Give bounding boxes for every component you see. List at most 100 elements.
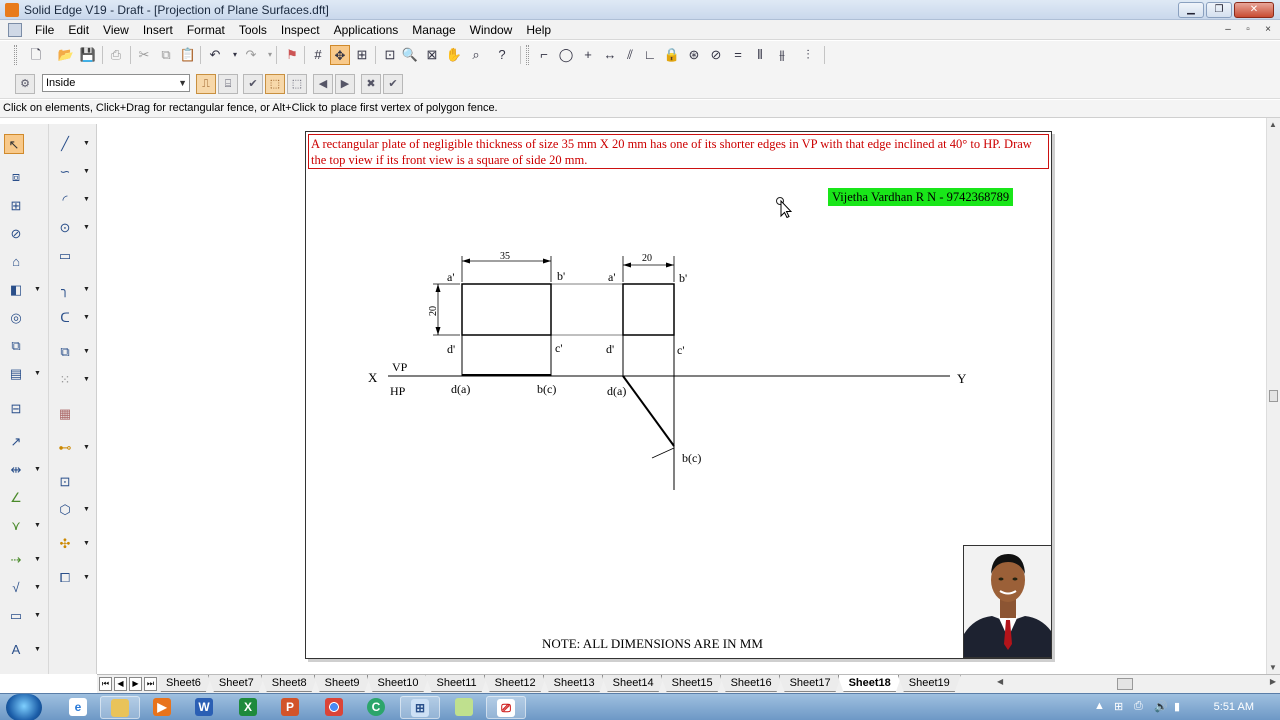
mirror-tool-icon[interactable]: ✣ xyxy=(55,534,75,554)
pdf-reader-icon[interactable]: ⎚ xyxy=(486,696,526,719)
balloon-icon[interactable]: ⊟ xyxy=(6,399,26,419)
tab-sheet17[interactable]: Sheet17 xyxy=(779,675,842,692)
show-hidden-icons-icon[interactable]: ▲ xyxy=(1094,700,1105,712)
previous-icon[interactable]: ◀ xyxy=(313,74,333,94)
tab-sheet9[interactable]: Sheet9 xyxy=(314,675,371,692)
whats-this-icon[interactable]: ? xyxy=(492,45,512,65)
detail-view-icon[interactable]: ⌂ xyxy=(6,252,26,272)
broken-view-icon[interactable]: ⧉ xyxy=(6,336,26,356)
menu-manage[interactable]: Manage xyxy=(405,23,462,37)
frame-dropdown-icon[interactable]: ▼ xyxy=(34,606,42,626)
feature-control-frame-icon[interactable]: ▭ xyxy=(6,606,26,626)
powerpoint-icon[interactable]: P xyxy=(270,696,310,719)
start-button[interactable] xyxy=(6,694,42,720)
surface-texture-dropdown-icon[interactable]: ▼ xyxy=(34,578,42,598)
author-label[interactable]: Vijetha Vardhan R N - 9742368789 xyxy=(828,188,1014,206)
open-file-icon[interactable]: 📂 xyxy=(56,45,76,65)
tab-sheet15[interactable]: Sheet15 xyxy=(661,675,724,692)
document-minimize-button[interactable]: – xyxy=(1220,23,1236,37)
media-player-icon[interactable]: ▶ xyxy=(142,696,182,719)
last-sheet-icon[interactable]: ⏭ xyxy=(144,677,157,691)
principal-view-dropdown-icon[interactable]: ▼ xyxy=(34,280,42,300)
file-explorer-icon[interactable] xyxy=(100,696,140,719)
tab-sheet12[interactable]: Sheet12 xyxy=(484,675,547,692)
tab-sheet19[interactable]: Sheet19 xyxy=(898,675,961,692)
auxiliary-view-icon[interactable]: ◎ xyxy=(6,308,26,328)
fence-overlap-icon[interactable]: ⬚ xyxy=(287,74,307,94)
symmetric-icon[interactable]: ⫴ xyxy=(750,45,770,65)
select-options-icon[interactable]: ⚙ xyxy=(15,74,35,94)
perpendicular-icon[interactable]: ⌐ xyxy=(534,45,554,65)
save-icon[interactable]: 💾 xyxy=(78,45,98,65)
next-sheet-icon[interactable]: ▶ xyxy=(129,677,142,691)
angle-between-icon[interactable]: ∠ xyxy=(6,488,26,508)
clock[interactable]: 5:51 AM xyxy=(1214,701,1254,713)
angle-relation-icon[interactable]: ∟ xyxy=(640,45,660,65)
copy-icon[interactable]: ⧉ xyxy=(156,45,176,65)
lock-icon[interactable]: 🔒 xyxy=(662,45,682,65)
principal-view-icon[interactable]: ◧ xyxy=(6,280,26,300)
internet-explorer-icon[interactable]: e xyxy=(58,696,98,719)
document-close-button[interactable]: × xyxy=(1260,23,1276,37)
redo-dropdown-icon[interactable]: ▾ xyxy=(260,45,280,65)
intellisketch-icon[interactable]: ✥ xyxy=(330,45,350,65)
dimension-axis-icon[interactable]: ⧈ xyxy=(6,167,26,187)
explorer-window-icon[interactable] xyxy=(444,696,484,719)
print-icon[interactable]: ⎙ xyxy=(106,45,126,65)
finish-icon[interactable]: ✔ xyxy=(383,74,403,94)
tab-sheet16[interactable]: Sheet16 xyxy=(720,675,783,692)
toolbar-grip[interactable] xyxy=(14,45,17,65)
text-dropdown-icon[interactable]: ▼ xyxy=(34,640,42,660)
text-icon[interactable]: A xyxy=(6,640,26,660)
chrome-icon[interactable] xyxy=(314,696,354,719)
scroll-right-icon[interactable]: ▶ xyxy=(1270,677,1276,686)
select-tool-icon[interactable]: ↖ xyxy=(4,134,24,154)
mirror-dropdown-icon[interactable]: ▼ xyxy=(83,534,91,554)
menu-applications[interactable]: Applications xyxy=(327,23,406,37)
tab-sheet10[interactable]: Sheet10 xyxy=(367,675,430,692)
rectangle-tool-icon[interactable]: ▭ xyxy=(55,246,75,266)
symmetric-dropdown-icon[interactable]: ▼ xyxy=(34,550,42,570)
fillet-tool-icon[interactable]: ╮ xyxy=(55,280,75,300)
menu-help[interactable]: Help xyxy=(519,23,558,37)
circle-tool-icon[interactable]: ⊙ xyxy=(55,218,75,238)
offset-dropdown-icon[interactable]: ▼ xyxy=(83,342,91,362)
trim-dropdown-icon[interactable]: ▼ xyxy=(83,308,91,328)
symmetric-diameter-icon[interactable]: ⇢ xyxy=(6,550,26,570)
surface-texture-icon[interactable]: √ xyxy=(6,578,26,598)
3d-model-dropdown-icon[interactable]: ▼ xyxy=(83,500,91,520)
grid-icon[interactable]: # xyxy=(308,45,328,65)
parts-list-dropdown-icon[interactable]: ▼ xyxy=(34,364,42,384)
horizontal-vertical-icon[interactable]: ↔ xyxy=(600,45,620,65)
menu-insert[interactable]: Insert xyxy=(136,23,180,37)
zoom-area-icon[interactable]: ⊡ xyxy=(380,45,400,65)
offset-tool-icon[interactable]: ⧉ xyxy=(55,342,75,362)
tab-sheet14[interactable]: Sheet14 xyxy=(602,675,665,692)
toolbar-grip[interactable] xyxy=(526,45,529,65)
scale-tool-icon[interactable]: ⧠ xyxy=(55,568,75,588)
tangent-icon[interactable]: ⊘ xyxy=(706,45,726,65)
vertical-scrollbar[interactable]: ▲ ▼ xyxy=(1266,118,1280,674)
equal-icon[interactable]: = xyxy=(728,45,748,65)
symmetry-axis-icon[interactable]: ⫵ xyxy=(772,45,792,65)
smartdimension-icon[interactable]: ↗ xyxy=(6,432,26,452)
cut-icon[interactable]: ✂ xyxy=(134,45,154,65)
flag-icon[interactable]: ⚑ xyxy=(282,45,302,65)
move-dropdown-icon[interactable]: ▼ xyxy=(83,370,91,390)
document-restore-button[interactable]: ▫ xyxy=(1240,23,1256,37)
menu-inspect[interactable]: Inspect xyxy=(274,23,327,37)
scroll-left-icon[interactable]: ◀ xyxy=(997,677,1003,686)
maximize-button[interactable]: ❐ xyxy=(1206,2,1232,18)
cancel-icon[interactable]: ✖ xyxy=(361,74,381,94)
fit-icon[interactable]: ⊠ xyxy=(422,45,442,65)
next-icon[interactable]: ▶ xyxy=(335,74,355,94)
vertical-scroll-thumb[interactable] xyxy=(1269,390,1278,402)
dimension-style-dropdown-icon[interactable]: ▼ xyxy=(83,438,91,458)
connect-icon[interactable]: + xyxy=(578,45,598,65)
distance-dropdown-icon[interactable]: ▼ xyxy=(34,460,42,480)
tab-sheet6[interactable]: Sheet6 xyxy=(159,675,212,692)
drawing-sheet[interactable] xyxy=(305,131,1052,659)
circle-relation-icon[interactable]: ◯ xyxy=(556,45,576,65)
distance-between-icon[interactable]: ⇹ xyxy=(6,460,26,480)
3d-model-icon[interactable]: ⬡ xyxy=(55,500,75,520)
